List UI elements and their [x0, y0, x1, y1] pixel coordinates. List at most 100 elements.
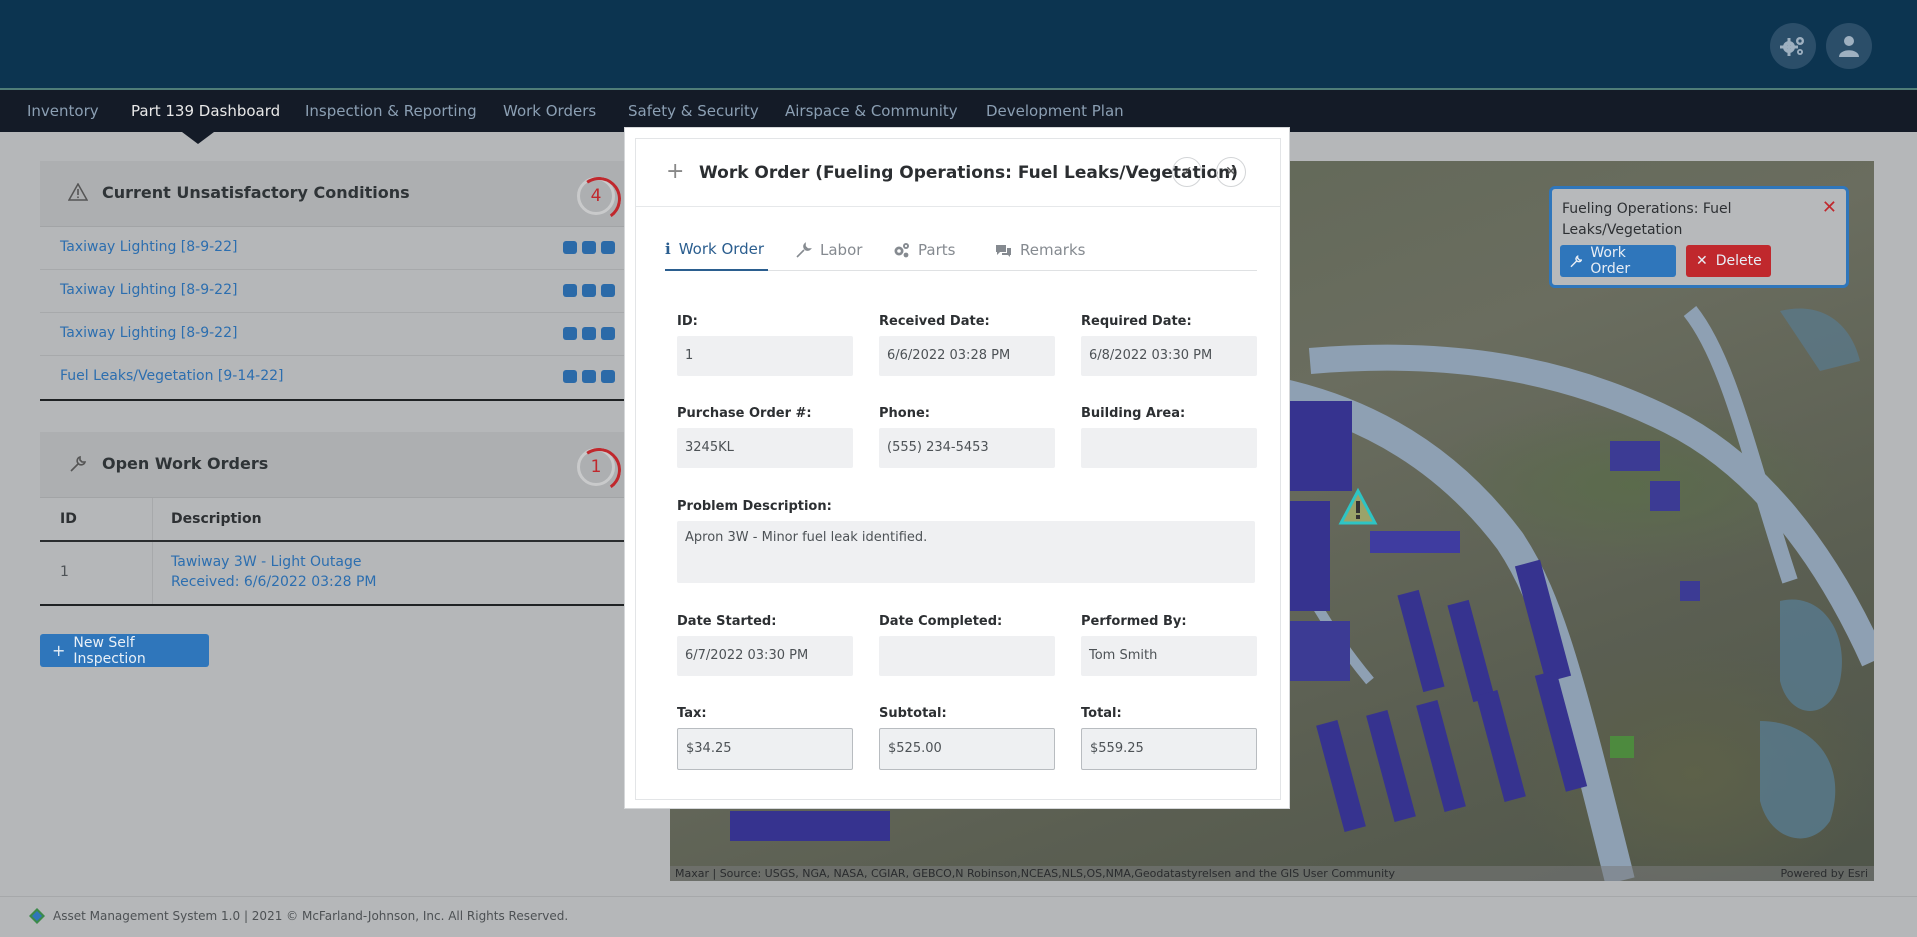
- button-label: New Self Inspection: [73, 634, 146, 667]
- field-required-date: Required Date: 6/8/2022 03:30 PM: [1081, 314, 1257, 376]
- nav-part-139-dashboard[interactable]: Part 139 Dashboard: [131, 90, 280, 132]
- work-order-received: Received: 6/6/2022 03:28 PM: [171, 574, 377, 590]
- nav-development-plan[interactable]: Development Plan: [986, 90, 1124, 132]
- field-label: Date Completed:: [879, 614, 1003, 629]
- field-label: Tax:: [677, 706, 707, 721]
- camera-icon[interactable]: [601, 327, 615, 340]
- user-icon: [1839, 36, 1859, 57]
- powered-by-esri[interactable]: Powered by Esri: [1780, 866, 1868, 881]
- tab-work-order[interactable]: i Work Order: [665, 229, 769, 271]
- tab-parts[interactable]: Parts: [893, 229, 955, 271]
- map-icon[interactable]: [563, 284, 577, 297]
- footer-text: Asset Management System 1.0 | 2021 © McF…: [53, 909, 569, 923]
- condition-row[interactable]: Fuel Leaks/Vegetation [9-14-22]: [40, 356, 634, 399]
- unsatisfactory-conditions-panel: Current Unsatisfactory Conditions 4 Taxi…: [40, 161, 634, 401]
- wrench-icon: [796, 241, 812, 258]
- nav-inspection-reporting[interactable]: Inspection & Reporting: [305, 90, 477, 132]
- field-phone: Phone: (555) 234-5453: [879, 406, 1055, 468]
- condition-name[interactable]: Fuel Leaks/Vegetation: [60, 368, 213, 384]
- tab-label: Parts: [918, 241, 956, 259]
- popup-delete-button[interactable]: ✕ Delete: [1686, 245, 1771, 277]
- column-header-id: ID: [60, 511, 77, 527]
- camera-icon[interactable]: [601, 370, 615, 383]
- phone-input[interactable]: (555) 234-5453: [879, 428, 1055, 468]
- field-label: Performed By:: [1081, 614, 1187, 629]
- field-problem-description: Problem Description: Apron 3W - Minor fu…: [677, 499, 1255, 583]
- comments-icon: [996, 244, 1011, 257]
- modal-header: + Work Order (Fueling Operations: Fuel L…: [636, 139, 1280, 207]
- panel-title: Open Work Orders: [102, 454, 269, 473]
- camera-icon[interactable]: [601, 241, 615, 254]
- nav-inventory[interactable]: Inventory: [27, 90, 99, 132]
- building-area-input[interactable]: [1081, 428, 1257, 468]
- table-row[interactable]: 1 Tawiway 3W - Light Outage Received: 6/…: [40, 542, 634, 604]
- tab-remarks[interactable]: Remarks: [995, 229, 1085, 271]
- tab-label: Remarks: [1020, 241, 1086, 259]
- nav-airspace-community[interactable]: Airspace & Community: [785, 90, 958, 132]
- field-label: Required Date:: [1081, 314, 1192, 329]
- close-icon[interactable]: ✕: [1822, 197, 1837, 218]
- field-purchase-order: Purchase Order #: 3245KL: [677, 406, 853, 468]
- tax-input[interactable]: $34.25: [677, 728, 853, 770]
- tab-labor[interactable]: Labor: [795, 229, 862, 271]
- modal-title: Work Order (Fueling Operations: Fuel Lea…: [699, 163, 1239, 183]
- condition-row[interactable]: Taxiway Lighting [8-9-22]: [40, 227, 634, 270]
- user-account-button[interactable]: [1826, 23, 1872, 69]
- condition-row[interactable]: Taxiway Lighting [8-9-22]: [40, 270, 634, 313]
- info-icon: i: [665, 240, 671, 258]
- subtotal-input[interactable]: $525.00: [879, 728, 1055, 770]
- plus-icon: +: [666, 159, 685, 184]
- condition-name[interactable]: Taxiway Lighting: [60, 325, 176, 341]
- field-label: Purchase Order #:: [677, 406, 812, 421]
- comments-icon[interactable]: [582, 241, 596, 254]
- condition-row[interactable]: Taxiway Lighting [8-9-22]: [40, 313, 634, 356]
- map-icon[interactable]: [563, 370, 577, 383]
- required-date-input[interactable]: 6/8/2022 03:30 PM: [1081, 336, 1257, 376]
- new-self-inspection-button[interactable]: + New Self Inspection: [40, 634, 209, 667]
- total-input[interactable]: $559.25: [1081, 728, 1257, 770]
- comments-icon[interactable]: [582, 370, 596, 383]
- table-header: ID Description: [40, 498, 634, 542]
- field-tax: Tax: $34.25: [677, 706, 853, 770]
- plus-icon: +: [52, 641, 66, 660]
- company-logo-icon: [29, 908, 45, 924]
- close-button[interactable]: ✕: [1216, 157, 1246, 187]
- camera-icon[interactable]: [601, 284, 615, 297]
- received-date-input[interactable]: 6/6/2022 03:28 PM: [879, 336, 1055, 376]
- field-id: ID: 1: [677, 314, 853, 376]
- nav-safety-security[interactable]: Safety & Security: [628, 90, 759, 132]
- condition-date: [9-14-22]: [217, 368, 284, 384]
- problem-description-textarea[interactable]: Apron 3W - Minor fuel leak identified.: [677, 521, 1255, 583]
- date-started-input[interactable]: 6/7/2022 03:30 PM: [677, 636, 853, 676]
- purchase-order-input[interactable]: 3245KL: [677, 428, 853, 468]
- close-icon: ✕: [1225, 164, 1237, 180]
- settings-button[interactable]: [1770, 23, 1816, 69]
- condition-name[interactable]: Taxiway Lighting: [60, 282, 176, 298]
- field-label: ID:: [677, 314, 698, 329]
- save-button[interactable]: ✓: [1172, 157, 1202, 187]
- work-orders-count-badge: 1: [577, 448, 615, 486]
- field-received-date: Received Date: 6/6/2022 03:28 PM: [879, 314, 1055, 376]
- modal-tabs: i Work Order Labor Parts Remarks: [665, 229, 1257, 271]
- performed-by-input[interactable]: Tom Smith: [1081, 636, 1257, 676]
- popup-title: Fueling Operations: Fuel Leaks/Vegetatio…: [1562, 201, 1732, 238]
- wrench-icon: [70, 455, 87, 472]
- close-icon: ✕: [1696, 253, 1708, 269]
- comments-icon[interactable]: [582, 284, 596, 297]
- work-order-description[interactable]: Tawiway 3W - Light Outage: [171, 554, 361, 570]
- field-building-area: Building Area:: [1081, 406, 1257, 468]
- field-date-completed: Date Completed:: [879, 614, 1055, 676]
- nav-work-orders[interactable]: Work Orders: [503, 90, 596, 132]
- map-icon[interactable]: [563, 327, 577, 340]
- map-icon[interactable]: [563, 241, 577, 254]
- field-performed-by: Performed By: Tom Smith: [1081, 614, 1257, 676]
- date-completed-input[interactable]: [879, 636, 1055, 676]
- popup-work-order-button[interactable]: Work Order: [1560, 245, 1676, 277]
- divider: [40, 399, 634, 401]
- comments-icon[interactable]: [582, 327, 596, 340]
- field-date-started: Date Started: 6/7/2022 03:30 PM: [677, 614, 853, 676]
- field-subtotal: Subtotal: $525.00: [879, 706, 1055, 770]
- id-input[interactable]: 1: [677, 336, 853, 376]
- condition-name[interactable]: Taxiway Lighting: [60, 239, 176, 255]
- column-header-description: Description: [171, 511, 262, 527]
